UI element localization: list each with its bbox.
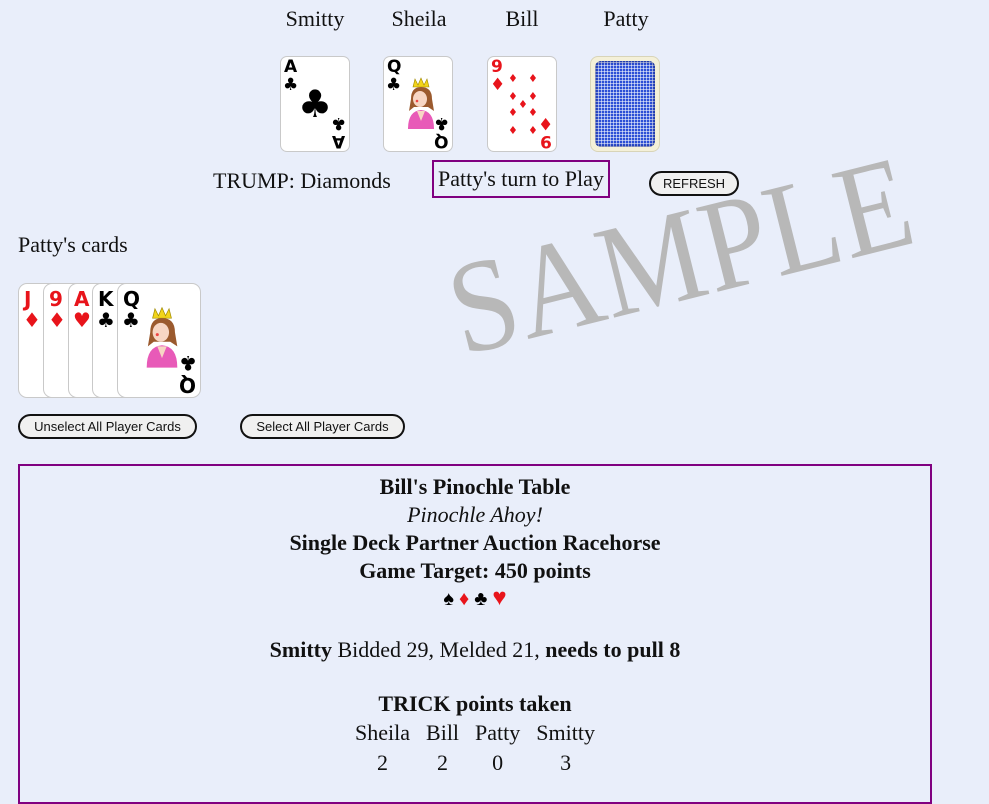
queen-figure-icon — [146, 306, 178, 368]
clubs-icon: ♣ — [97, 308, 115, 332]
card-rank: A — [284, 57, 298, 77]
trick-points-title: TRICK points taken — [378, 691, 572, 716]
status-row: TRUMP: Diamonds Patty's turn to Play REF… — [0, 160, 989, 200]
diamonds-icon: ♦ — [537, 113, 553, 133]
card-rank: 9 — [49, 287, 63, 311]
trick-player-smitty: Smitty — [536, 720, 595, 745]
table-subtitle: Pinochle Ahoy! — [407, 502, 543, 527]
hand-title: Patty's cards — [18, 232, 128, 257]
card-rank: A — [331, 131, 345, 151]
unselect-all-button[interactable]: Unselect All Player Cards — [18, 414, 197, 439]
played-card-sheila: Q ♣ ♣ Q — [383, 56, 453, 152]
card-rank: K — [98, 287, 114, 311]
heart-icon: ♥ — [492, 585, 507, 611]
diamonds-icon: ♦ — [508, 106, 518, 119]
diamonds-icon: ♦ — [508, 72, 518, 85]
card-rank: Q — [387, 57, 402, 77]
hand-card-queen-clubs[interactable]: Q ♣ ♣ Q — [117, 283, 201, 398]
card-rank: A — [74, 287, 90, 311]
trick-points-smitty: 3 — [560, 750, 572, 775]
table-info-panel: Bill's Pinochle Table Pinochle Ahoy! Sin… — [18, 464, 932, 804]
clubs-icon: ♣ — [330, 113, 346, 133]
trick-player-sheila: Sheila — [355, 720, 411, 745]
bid-needs: needs to pull 8 — [545, 637, 681, 662]
card-back-pattern — [595, 61, 655, 147]
player-name-patty: Patty — [603, 6, 649, 31]
sample-watermark: SAMPLE — [434, 127, 927, 395]
bidder-name: Smitty — [269, 637, 332, 662]
trick-points-bill: 2 — [437, 750, 449, 775]
diamonds-icon: ♦ — [528, 124, 538, 137]
clubs-icon: ♣ — [386, 75, 402, 95]
clubs-icon: ♣ — [179, 351, 197, 375]
card-rank: 9 — [491, 57, 503, 77]
card-rank: 9 — [540, 131, 552, 151]
bid-details: Bidded 29, Melded 21, — [331, 637, 546, 662]
diamonds-icon: ♦ — [528, 106, 538, 119]
trick-points-sheila: 2 — [377, 750, 389, 775]
trick-points-table: Sheila Bill Patty Smitty 2 2 0 3 — [347, 718, 603, 778]
trick-header-row: Sheila Bill Patty Smitty — [347, 718, 603, 748]
player-hand: J ♦ 9 ♦ A ♥ K ♣ Q ♣ ♣ Q — [18, 283, 218, 398]
game-target: Game Target: 450 points — [359, 558, 591, 583]
table-title: Bill's Pinochle Table — [379, 474, 571, 499]
player-name-sheila: Sheila — [391, 6, 447, 31]
card-rank: Q — [123, 287, 141, 311]
diamonds-icon: ♦ — [508, 90, 518, 103]
diamonds-icon: ♦ — [528, 72, 538, 85]
trump-label: TRUMP: Diamonds — [213, 168, 391, 193]
game-type: Single Deck Partner Auction Racehorse — [289, 530, 661, 555]
trick-player-patty: Patty — [475, 720, 521, 745]
spade-icon: ♠ — [443, 588, 455, 610]
player-name-smitty: Smitty — [285, 6, 345, 31]
clubs-icon: ♣ — [433, 113, 449, 133]
club-icon: ♣ — [474, 588, 488, 610]
hearts-icon: ♥ — [73, 308, 91, 332]
diamonds-icon: ♦ — [518, 98, 528, 111]
card-rank: J — [24, 287, 32, 311]
diamonds-icon: ♦ — [528, 90, 538, 103]
suit-icons-row: ♠ ♦ ♣ ♥ — [20, 585, 930, 612]
refresh-button[interactable]: REFRESH — [649, 171, 739, 196]
diamonds-icon: ♦ — [23, 308, 41, 332]
trick-points-row: 2 2 0 3 — [347, 748, 603, 778]
select-all-button[interactable]: Select All Player Cards — [240, 414, 405, 439]
diamonds-icon: ♦ — [490, 75, 506, 95]
card-rank: Q — [178, 373, 196, 397]
turn-indicator: Patty's turn to Play — [432, 160, 610, 198]
played-card-smitty: A ♣ ♣ ♣ A — [280, 56, 350, 152]
player-names-row: Smitty Sheila Bill Patty — [0, 6, 989, 36]
queen-figure-icon — [408, 77, 434, 129]
card-rank: Q — [433, 131, 448, 151]
diamonds-icon: ♦ — [48, 308, 66, 332]
diamonds-icon: ♦ — [508, 124, 518, 137]
bid-summary: Smitty Bidded 29, Melded 21, needs to pu… — [20, 636, 930, 664]
played-card-patty-face-down — [590, 56, 660, 152]
player-name-bill: Bill — [505, 6, 539, 31]
trick-player-bill: Bill — [426, 720, 460, 745]
clubs-icon: ♣ — [122, 308, 140, 332]
played-card-bill: 9 ♦ ♦ ♦ ♦ ♦ ♦ ♦ ♦ ♦ ♦ ♦ 9 — [487, 56, 557, 152]
trick-points-patty: 0 — [492, 750, 504, 775]
diamond-icon: ♦ — [459, 588, 470, 610]
